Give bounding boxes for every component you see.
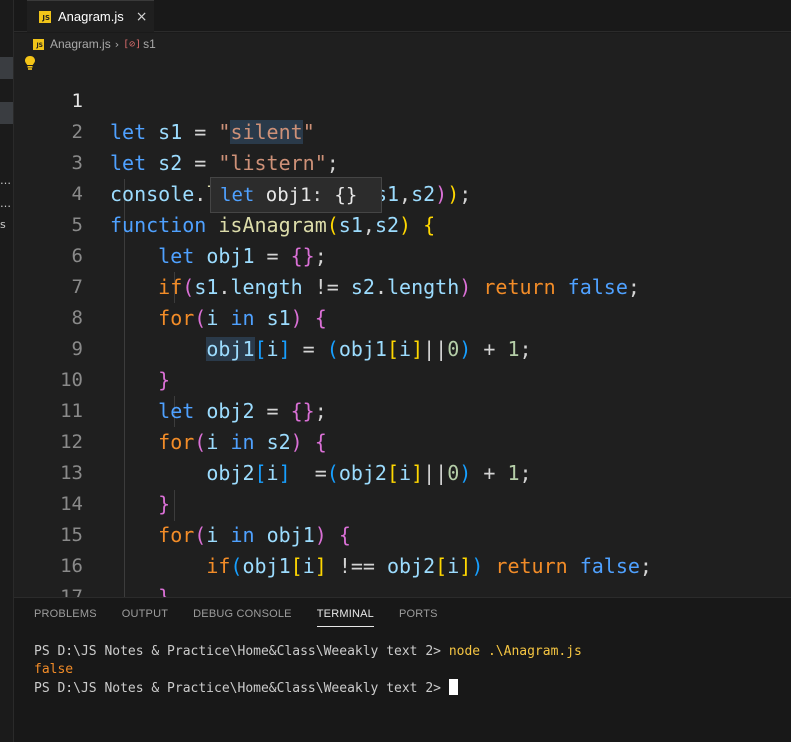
code-line: 5 let obj1 = {}; [14,179,791,268]
code-line: 10 let obj2 = {}; [14,334,791,423]
code-editor[interactable]: 1 let s1 = "silent" 2 let s2 = "listern"… [14,55,791,597]
code-line: 15 if(obj1[i] !== obj2[i]) return false; [14,489,791,578]
truncated-label: … [0,174,11,187]
code-line: 1 let s1 = "silent" [14,55,791,144]
terminal-command: node .\Anagram.js [448,644,582,659]
chevron-right-icon: › [114,37,120,51]
code-line: 4 function isAnagram(s1,s2) { [14,148,791,237]
tab-terminal[interactable]: TERMINAL [316,608,374,627]
code-line: 8 obj1[i] = (obj1[i]||0) + 1; [14,272,791,361]
terminal[interactable]: PS D:\JS Notes & Practice\Home&Class\Wee… [34,643,582,698]
code-line: 9 } [14,303,791,392]
sidebar-item[interactable] [0,57,13,79]
code-line: 13 } [14,427,791,516]
code-line: } [14,582,791,597]
js-file-icon: JS [39,10,51,23]
js-file-icon: JS [33,38,44,50]
terminal-prompt: PS D:\JS Notes & Practice\Home&Class\Wee… [34,644,441,659]
breadcrumb-symbol[interactable]: s1 [143,37,156,51]
tab-anagram-js[interactable]: JS Anagram.js × [27,0,154,32]
breadcrumb-file[interactable]: Anagram.js [50,37,111,51]
variable-icon: [⊘] [123,38,142,50]
tab-output[interactable]: OUTPUT [122,608,168,627]
truncated-label: s [0,218,6,231]
tab-problems[interactable]: PROBLEMS [34,608,97,627]
code-line: 7 for(i in s1) { [14,241,791,330]
code-line: 12 obj2[i] =(obj2[i]||0) + 1; [14,396,791,485]
truncated-label: … [0,197,11,210]
code-line: 2 let s2 = "listern"; [14,86,791,175]
hover-tooltip: let obj1: {} [210,177,382,213]
bottom-panel: PROBLEMS OUTPUT DEBUG CONSOLE TERMINAL P… [14,597,791,742]
code-line: 16 } [14,520,791,597]
panel-tabs: PROBLEMS OUTPUT DEBUG CONSOLE TERMINAL P… [34,608,463,627]
close-icon[interactable]: × [136,9,148,25]
sidebar-edge: … … s [0,0,14,742]
tab-debug-console[interactable]: DEBUG CONSOLE [193,608,292,627]
terminal-output: false [34,662,74,677]
tab-label: Anagram.js [58,9,124,24]
code-line: 6 if(s1.length != s2.length) return fals… [14,210,791,299]
terminal-prompt: PS D:\JS Notes & Practice\Home&Class\Wee… [34,681,441,696]
breadcrumb: JS Anagram.js › [⊘] s1 [14,33,791,55]
code-line: 3 console.log(isAnagram(s1,s2)); [14,117,791,206]
editor-tab-bar: JS Anagram.js × [14,0,791,32]
code-line: 17 return true; [14,551,791,597]
terminal-cursor [448,679,458,695]
code-line: 11 for(i in s2) { [14,365,791,454]
code-line: 14 for(i in obj1) { [14,458,791,547]
sidebar-item[interactable] [0,102,13,124]
tab-ports[interactable]: PORTS [399,608,438,627]
